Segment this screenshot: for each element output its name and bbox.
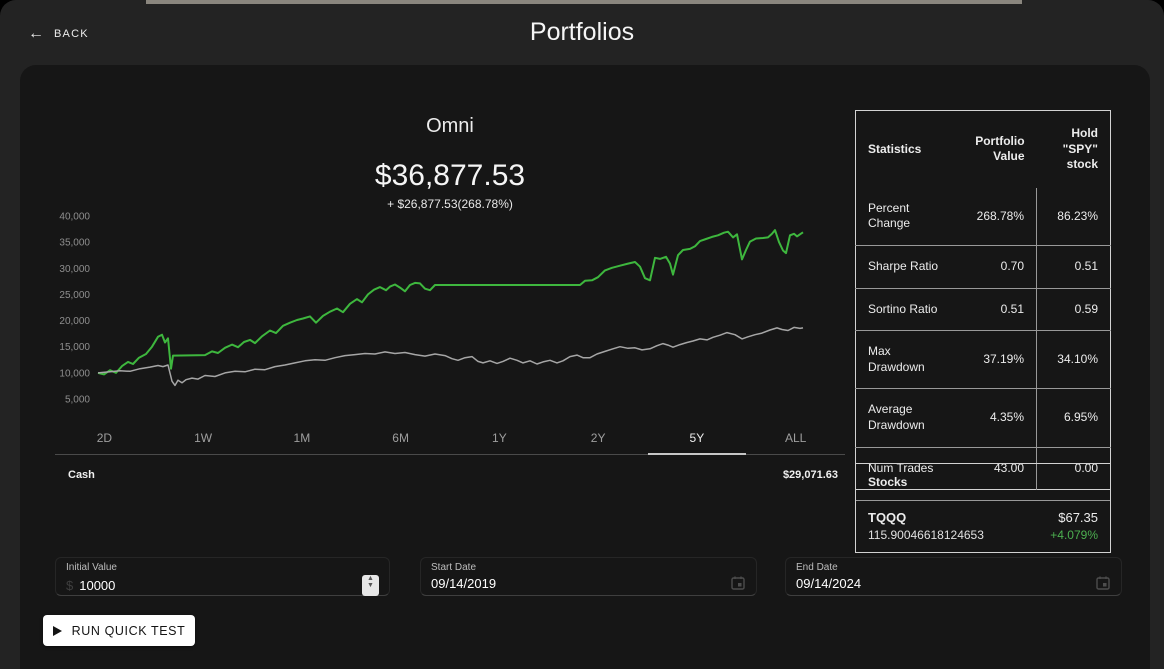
stock-change: +4.079%	[1050, 528, 1098, 542]
stock-price: $67.35	[1050, 510, 1098, 525]
run-quick-test-label: RUN QUICK TEST	[72, 624, 186, 638]
tab-2y[interactable]: 2Y	[549, 421, 648, 454]
end-date-label: End Date	[796, 562, 1111, 573]
list-item[interactable]: TQQQ 115.90046618124653 $67.35 +4.079%	[856, 501, 1110, 552]
performance-chart[interactable]: 40,000 35,000 30,000 25,000 20,000 15,000 10,0…	[55, 205, 845, 417]
table-row: Max Drawdown 37.19% 34.10%	[856, 331, 1111, 389]
statistics-table: Statistics Portfolio Value Hold "SPY" st…	[855, 110, 1111, 490]
stat-label: Sharpe Ratio	[856, 245, 963, 288]
calendar-icon[interactable]	[730, 575, 746, 591]
svg-text:30,000: 30,000	[59, 264, 90, 275]
page-title: Portfolios	[0, 18, 1164, 47]
portfolio-name: Omni	[55, 115, 845, 138]
stat-spy-value: 34.10%	[1037, 331, 1111, 389]
range-tabs: 2D 1W 1M 6M 1Y 2Y 5Y ALL	[55, 421, 845, 455]
portfolios-screen: ← BACK Portfolios Omni $36,877.53 + $26,…	[0, 0, 1164, 669]
stat-spy-value: 6.95%	[1037, 389, 1111, 447]
start-date-label: Start Date	[431, 562, 746, 573]
svg-text:40,000: 40,000	[59, 212, 90, 223]
stat-spy-value: 86.23%	[1037, 188, 1111, 246]
stat-spy-value: 0.51	[1037, 245, 1111, 288]
tab-all[interactable]: ALL	[746, 421, 845, 454]
initial-value-label: Initial Value	[66, 562, 379, 573]
svg-text:5,000: 5,000	[65, 395, 90, 406]
number-stepper[interactable]: ▲▼	[362, 575, 379, 596]
cash-row: Cash $29,071.63	[68, 469, 838, 481]
stats-header-spy: Hold "SPY" stock	[1037, 111, 1111, 188]
stat-spy-value: 0.59	[1037, 288, 1111, 331]
statistics-header-row: Statistics Portfolio Value Hold "SPY" st…	[856, 111, 1111, 188]
portfolio-card: Omni $36,877.53 + $26,877.53(268.78%) 40…	[20, 65, 1150, 669]
stat-portfolio-value: 0.70	[963, 245, 1037, 288]
table-row: Percent Change 268.78% 86.23%	[856, 188, 1111, 246]
window-top-strip	[146, 0, 1022, 4]
stats-header-portfolio: Portfolio Value	[963, 111, 1037, 188]
stats-header-label: Statistics	[856, 111, 963, 188]
portfolio-current-value: $36,877.53	[55, 159, 845, 193]
stat-portfolio-value: 0.51	[963, 288, 1037, 331]
table-row: Sortino Ratio 0.51 0.59	[856, 288, 1111, 331]
table-row: Sharpe Ratio 0.70 0.51	[856, 245, 1111, 288]
stat-label: Percent Change	[856, 188, 963, 246]
end-date-field[interactable]: End Date 09/14/2024	[785, 557, 1122, 596]
stocks-title: Stocks	[856, 464, 1110, 501]
stock-symbol: TQQQ	[868, 510, 984, 525]
stat-portfolio-value: 37.19%	[963, 331, 1037, 389]
stock-shares: 115.90046618124653	[868, 528, 984, 542]
tab-1w[interactable]: 1W	[154, 421, 253, 454]
stat-label: Average Drawdown	[856, 389, 963, 447]
table-row: Average Drawdown 4.35% 6.95%	[856, 389, 1111, 447]
end-date-input[interactable]: 09/14/2024	[796, 576, 1095, 591]
initial-value-field[interactable]: Initial Value $ 10000 ▲▼	[55, 557, 390, 596]
stat-label: Sortino Ratio	[856, 288, 963, 331]
svg-text:15,000: 15,000	[59, 342, 90, 353]
dollar-prefix: $	[66, 578, 73, 593]
svg-text:25,000: 25,000	[59, 290, 90, 301]
tab-6m[interactable]: 6M	[351, 421, 450, 454]
tab-1m[interactable]: 1M	[253, 421, 352, 454]
play-icon	[53, 626, 62, 636]
svg-text:10,000: 10,000	[59, 368, 90, 379]
tab-2d[interactable]: 2D	[55, 421, 154, 454]
tab-1y[interactable]: 1Y	[450, 421, 549, 454]
stocks-panel: Stocks TQQQ 115.90046618124653 $67.35 +4…	[855, 463, 1111, 553]
spy-line	[98, 327, 803, 385]
stat-label: Max Drawdown	[856, 331, 963, 389]
portfolio-line	[98, 230, 803, 374]
stepper-down-icon[interactable]: ▼	[367, 586, 374, 593]
cash-label: Cash	[68, 469, 95, 481]
tab-5y[interactable]: 5Y	[648, 421, 747, 454]
stat-portfolio-value: 4.35%	[963, 389, 1037, 447]
start-date-field[interactable]: Start Date 09/14/2019	[420, 557, 757, 596]
svg-text:20,000: 20,000	[59, 316, 90, 327]
run-quick-test-button[interactable]: RUN QUICK TEST	[43, 615, 195, 646]
svg-text:35,000: 35,000	[59, 238, 90, 249]
calendar-icon[interactable]	[1095, 575, 1111, 591]
start-date-input[interactable]: 09/14/2019	[431, 576, 730, 591]
initial-value-input[interactable]: 10000	[79, 578, 362, 593]
cash-value: $29,071.63	[783, 469, 838, 481]
stat-portfolio-value: 268.78%	[963, 188, 1037, 246]
